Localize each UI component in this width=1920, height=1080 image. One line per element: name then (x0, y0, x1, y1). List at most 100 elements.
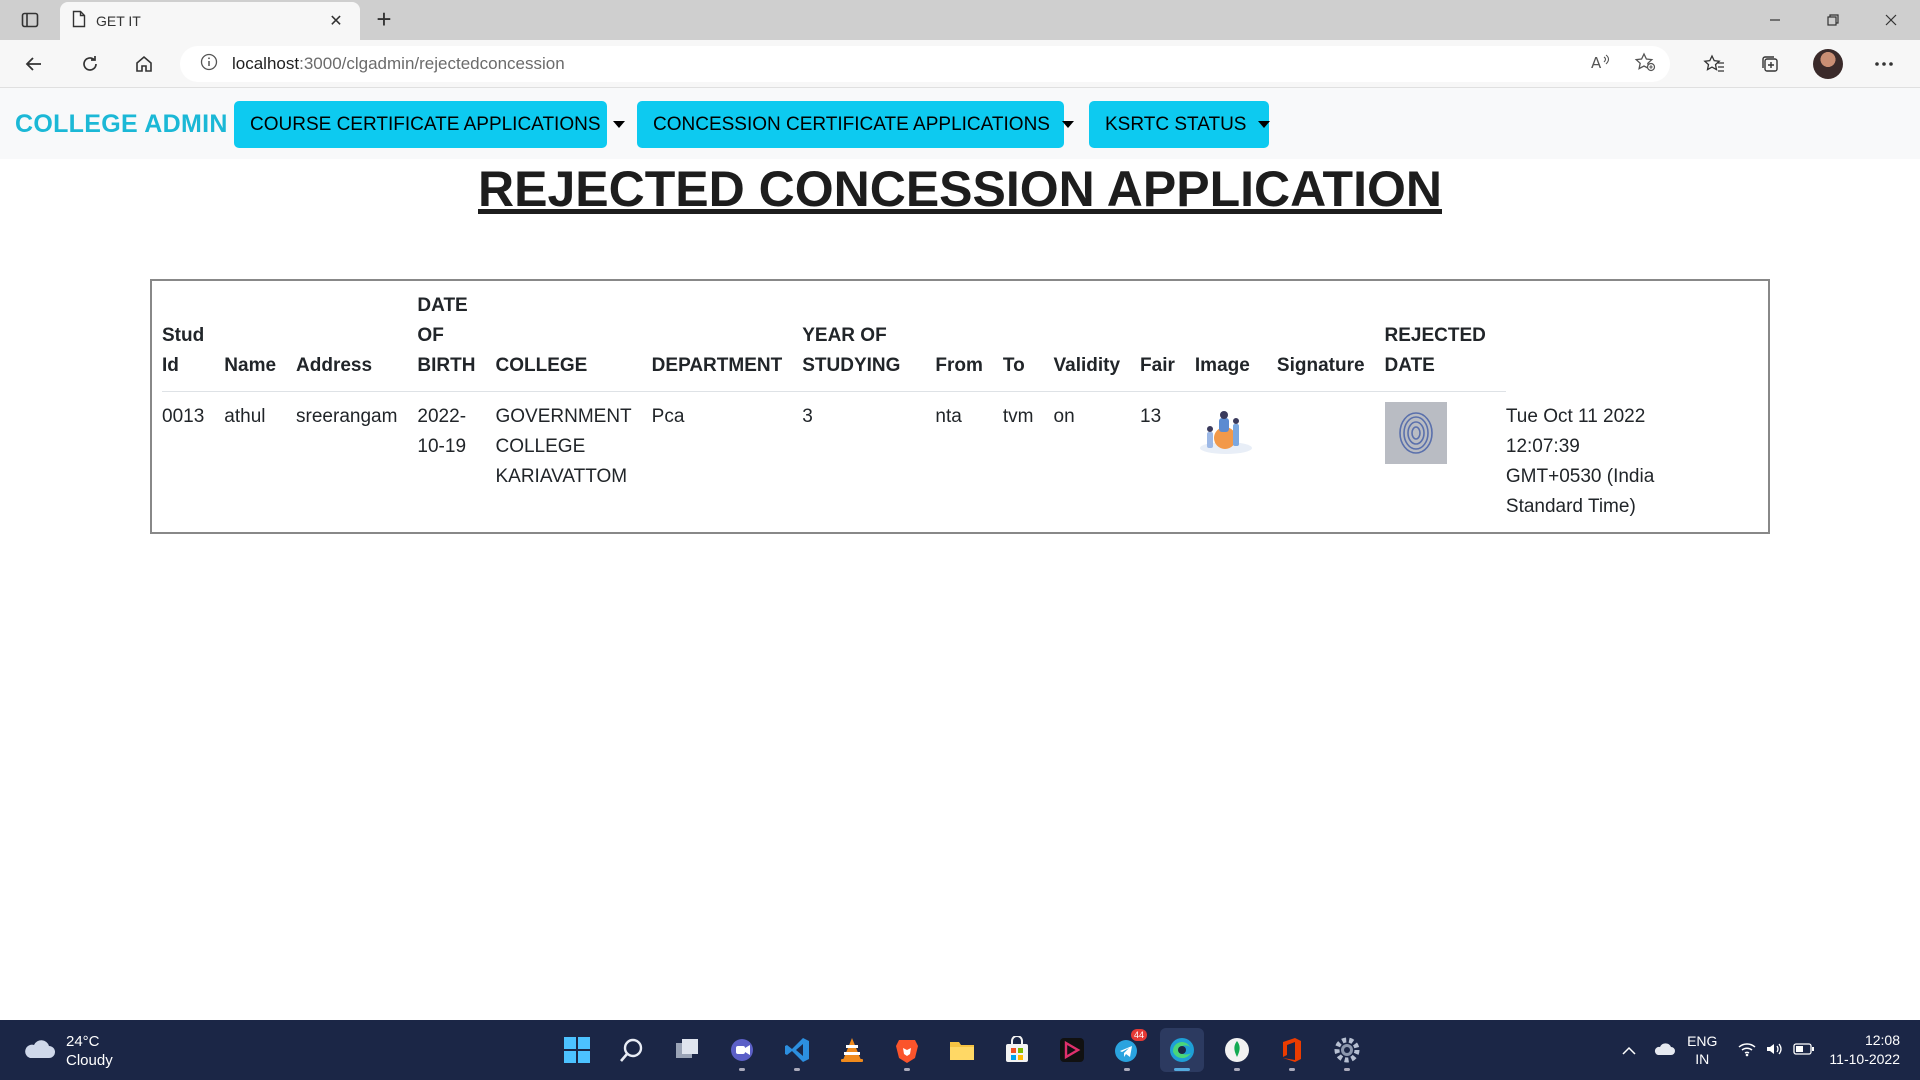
cell-validity: on (1053, 406, 1075, 427)
col-to: To (1002, 291, 1054, 392)
restore-icon[interactable] (1804, 0, 1862, 40)
add-favorite-icon[interactable] (1634, 52, 1656, 77)
brand-logo[interactable]: COLLEGE ADMIN (15, 110, 228, 139)
collections-icon[interactable] (1752, 48, 1788, 80)
volume-icon[interactable] (1765, 1041, 1785, 1060)
file-explorer-icon[interactable] (940, 1028, 984, 1072)
student-photo-image[interactable] (1194, 402, 1257, 464)
cell-signature (1277, 392, 1385, 522)
weather-condition: Cloudy (66, 1052, 113, 1069)
fingerprint-image[interactable] (1384, 402, 1447, 464)
new-tab-icon[interactable]: + (368, 4, 400, 36)
dropdown-label: CONCESSION CERTIFICATE APPLICATIONS (653, 113, 1050, 135)
table-row: 0013 athul sreerangam 2022- 10-19 GOVERNM… (162, 392, 1674, 522)
search-icon[interactable] (610, 1028, 654, 1072)
site-info-icon[interactable] (200, 53, 218, 76)
close-tab-icon[interactable]: ✕ (324, 11, 348, 31)
avatar[interactable] (1810, 48, 1846, 80)
chevron-up-icon[interactable] (1621, 1042, 1637, 1058)
weather-widget[interactable]: 24°C Cloudy (22, 1032, 113, 1070)
language-indicator[interactable]: ENG IN (1687, 1032, 1717, 1068)
temperature: 24°C (66, 1033, 100, 1050)
tab-title: GET IT (96, 13, 141, 29)
col-image: Image (1194, 291, 1277, 392)
url-path: :3000/clgadmin/rejectedconcession (299, 54, 565, 73)
mongodb-icon[interactable] (1215, 1028, 1259, 1072)
cell-address: sreerangam (296, 406, 398, 427)
url-host: localhost (232, 54, 300, 73)
page-icon (72, 10, 86, 33)
back-icon[interactable] (16, 48, 52, 80)
wifi-icon[interactable] (1737, 1041, 1757, 1060)
url-text: localhost:3000/clgadmin/rejectedconcessi… (232, 54, 565, 74)
cell-rejected-date: Tue Oct 11 2022 12:07:39 GMT+0530 (India St… (1505, 405, 1655, 517)
app-navbar: COLLEGE ADMIN COURSE CERTIFICATE APPLICA… (0, 88, 1920, 159)
col-dob: DATE OF BIRTH (417, 291, 496, 392)
col-fair: Fair (1140, 291, 1195, 392)
running-indicator (904, 1068, 910, 1071)
cell-stud-id: 0013 (162, 406, 205, 427)
office-icon[interactable] (1270, 1028, 1314, 1072)
running-indicator (1344, 1068, 1350, 1071)
cloud-icon (22, 1037, 56, 1066)
favorites-icon[interactable] (1696, 48, 1732, 80)
battery-icon[interactable] (1793, 1042, 1815, 1059)
cell-image (1194, 392, 1277, 522)
cell-signature-image (1384, 392, 1506, 522)
settings-icon[interactable] (1325, 1028, 1369, 1072)
caret-down-icon (612, 121, 625, 128)
rejected-applications-table: Stud Id Name Address DATE OF BIRTH COLLEGE … (162, 291, 1674, 522)
vscode-icon[interactable] (775, 1028, 819, 1072)
telegram-icon[interactable]: 44 (1105, 1028, 1149, 1072)
browser-tab-strip: GET IT ✕ + (0, 0, 1920, 40)
store-icon[interactable] (995, 1028, 1039, 1072)
task-view-icon[interactable] (665, 1028, 709, 1072)
concession-certificate-dropdown[interactable]: CONCESSION CERTIFICATE APPLICATIONS (637, 101, 1074, 148)
applications-table-container: Stud Id Name Address DATE OF BIRTH COLLEGE … (150, 279, 1770, 534)
home-icon[interactable] (126, 48, 162, 80)
notification-badge: 44 (1130, 1029, 1147, 1041)
cell-college: GOVERNMENT COLLEGE KARIAVATTOM (495, 406, 632, 487)
ksrtc-status-dropdown[interactable]: KSRTC STATUS (1089, 101, 1271, 148)
running-indicator (739, 1068, 745, 1071)
cell-to: tvm (1002, 406, 1034, 427)
table-header-row: Stud Id Name Address DATE OF BIRTH COLLEGE … (162, 291, 1674, 392)
app-icon[interactable] (1050, 1028, 1094, 1072)
browser-tab[interactable]: GET IT ✕ (60, 2, 360, 40)
edge-icon[interactable] (1160, 1028, 1204, 1072)
close-window-icon[interactable] (1862, 0, 1920, 40)
course-certificate-dropdown[interactable]: COURSE CERTIFICATE APPLICATIONS (234, 101, 625, 148)
onedrive-icon[interactable] (1653, 1042, 1676, 1059)
language-code: ENG (1687, 1033, 1718, 1049)
col-year: YEAR OF STUDYING (802, 291, 936, 392)
running-indicator (1234, 1068, 1240, 1071)
dropdown-label: COURSE CERTIFICATE APPLICATIONS (250, 113, 601, 135)
cell-fair: 13 (1140, 406, 1162, 427)
read-aloud-icon[interactable]: A (1590, 53, 1612, 76)
running-indicator (1289, 1068, 1295, 1071)
col-signature: Signature (1276, 291, 1385, 392)
cell-department: Pca (651, 406, 685, 427)
brave-icon[interactable] (885, 1028, 929, 1072)
col-name: Name (224, 291, 297, 392)
minimize-icon[interactable] (1746, 0, 1804, 40)
caret-down-icon (1258, 121, 1271, 128)
teams-icon[interactable] (720, 1028, 764, 1072)
address-bar[interactable]: localhost:3000/clgadmin/rejectedconcessi… (180, 46, 1670, 82)
vlc-icon[interactable] (830, 1028, 874, 1072)
col-validity: Validity (1053, 291, 1141, 392)
taskbar-apps: 44 (555, 1028, 1369, 1072)
clock[interactable]: 12:08 11-10-2022 (1829, 1031, 1900, 1069)
running-indicator (794, 1068, 800, 1071)
windows-taskbar: 24°C Cloudy 44 ENG IN 12:08 11-10-2022 (0, 1020, 1920, 1080)
col-address: Address (296, 291, 418, 392)
cell-from: nta (935, 406, 962, 427)
browser-toolbar: localhost:3000/clgadmin/rejectedconcessi… (0, 40, 1920, 88)
tab-actions-icon[interactable] (14, 6, 46, 34)
date: 11-10-2022 (1829, 1051, 1900, 1067)
col-college: COLLEGE (495, 291, 652, 392)
refresh-icon[interactable] (72, 48, 108, 80)
more-options-icon[interactable] (1866, 48, 1902, 80)
start-icon[interactable] (555, 1028, 599, 1072)
col-department: DEPARTMENT (651, 291, 803, 392)
